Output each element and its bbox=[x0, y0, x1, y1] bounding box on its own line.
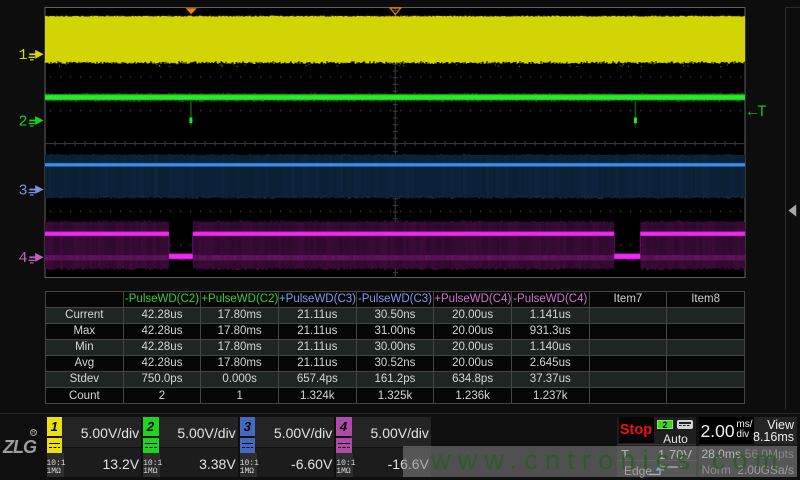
svg-text:4: 4 bbox=[18, 250, 27, 267]
svg-text:1: 1 bbox=[18, 47, 27, 64]
svg-text:2: 2 bbox=[18, 113, 27, 130]
svg-text:3: 3 bbox=[18, 182, 27, 199]
svg-text:←T: ←T bbox=[748, 103, 767, 121]
